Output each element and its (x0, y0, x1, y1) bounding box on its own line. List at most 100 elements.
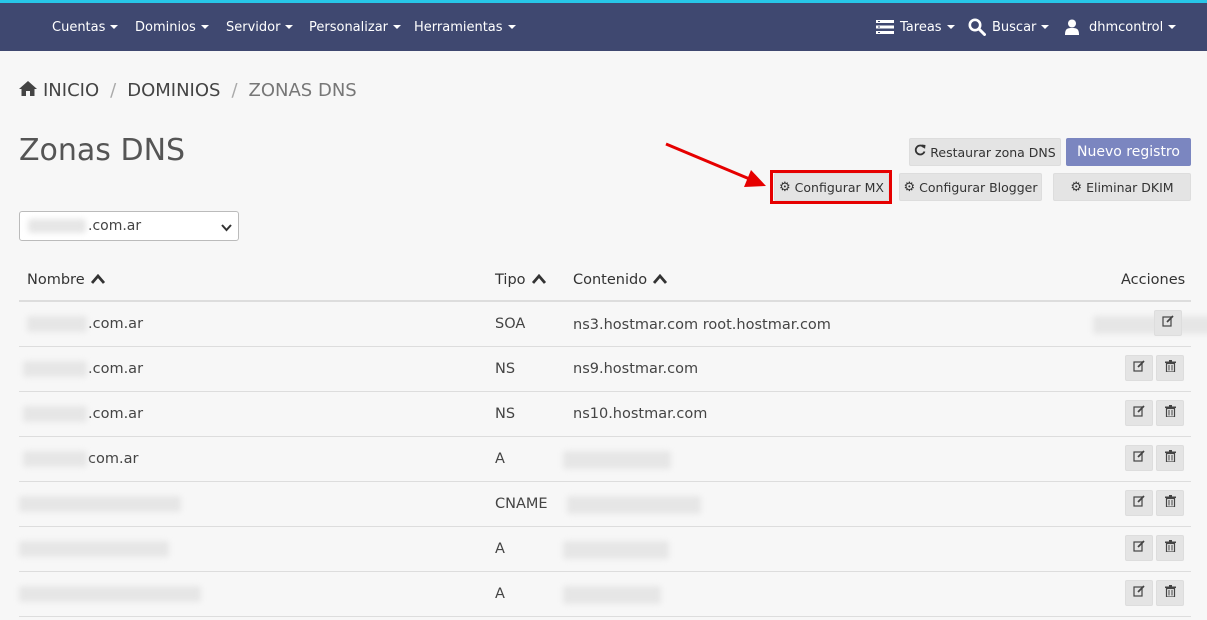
nav-servidor-label: Servidor (226, 19, 281, 35)
edit-record-button[interactable] (1125, 490, 1153, 516)
delete-record-button[interactable] (1156, 355, 1184, 381)
redacted-text (19, 541, 169, 557)
column-actions-label: Acciones (1121, 272, 1186, 288)
record-name (19, 496, 182, 512)
record-type: A (495, 586, 505, 602)
column-name-header[interactable]: Nombre (27, 272, 105, 288)
delete-record-button[interactable] (1156, 535, 1184, 561)
breadcrumb-separator: / (110, 80, 117, 101)
record-content: ns9.hostmar.com (573, 361, 698, 377)
edit-record-button[interactable] (1154, 310, 1182, 336)
redacted-text (27, 316, 87, 332)
record-type-text: NS (495, 361, 516, 377)
delete-record-button[interactable] (1156, 580, 1184, 606)
edit-record-button[interactable] (1125, 580, 1153, 606)
column-actions-header: Acciones (1121, 272, 1185, 288)
breadcrumb-separator: / (231, 80, 238, 101)
record-content: ns3.hostmar.com root.hostmar.com (573, 316, 1207, 334)
new-record-label: Nuevo registro (1077, 144, 1180, 160)
nav-personalizar[interactable]: Personalizar (309, 3, 402, 51)
chevron-down-icon (221, 221, 232, 237)
breadcrumb-home[interactable]: INICIO (43, 80, 99, 101)
chevron-up-icon (90, 272, 105, 288)
edit-icon (1133, 405, 1145, 421)
record-type: NS (495, 361, 515, 377)
edit-record-button[interactable] (1125, 400, 1153, 426)
record-type: SOA (495, 316, 525, 332)
nav-dominios-label: Dominios (135, 19, 196, 35)
breadcrumb-current: ZONAS DNS (248, 80, 357, 101)
record-type-text: CNAME (495, 496, 548, 512)
dns-records-table: Nombre Tipo Contenido Acciones .com.ar SO… (19, 258, 1207, 617)
table-row: .com.ar SOA ns3.hostmar.com root.hostmar.c… (19, 302, 1207, 347)
column-content-header[interactable]: Contenido (573, 272, 668, 288)
record-content (563, 541, 669, 559)
nav-tareas[interactable]: Tareas (876, 3, 955, 51)
trash-icon (1164, 360, 1176, 376)
table-row: com.ar A (19, 437, 1191, 482)
caret-down-icon (285, 25, 294, 29)
edit-record-button[interactable] (1125, 535, 1153, 561)
new-record-button[interactable]: Nuevo registro (1066, 138, 1191, 166)
chevron-up-icon (531, 272, 546, 288)
record-name (19, 541, 170, 557)
nav-herramientas[interactable]: Herramientas (414, 3, 516, 51)
record-name: .com.ar (27, 316, 143, 332)
user-icon (1065, 19, 1079, 35)
trash-icon (1164, 495, 1176, 511)
delete-record-button[interactable] (1156, 445, 1184, 471)
trash-icon (1164, 585, 1176, 601)
nav-servidor[interactable]: Servidor (226, 3, 294, 51)
nav-dominios[interactable]: Dominios (135, 3, 209, 51)
record-name: .com.ar (23, 406, 143, 422)
nav-user-label: dhmcontrol (1089, 19, 1164, 35)
edit-record-button[interactable] (1125, 445, 1153, 471)
nav-buscar[interactable]: Buscar (968, 3, 1050, 51)
delete-record-button[interactable] (1156, 490, 1184, 516)
redacted-text (563, 586, 661, 604)
column-type-header[interactable]: Tipo (495, 272, 546, 288)
record-name-text: .com.ar (88, 316, 144, 332)
restore-dns-zone-button[interactable]: Restaurar zona DNS (909, 138, 1061, 166)
nav-cuentas[interactable]: Cuentas (52, 3, 119, 51)
tasks-icon (876, 20, 894, 34)
edit-record-button[interactable] (1125, 355, 1153, 381)
redacted-text (19, 586, 201, 602)
caret-down-icon (507, 25, 516, 29)
record-content-text: ns9.hostmar.com (573, 361, 699, 377)
edit-icon (1133, 360, 1145, 376)
breadcrumb-dominios[interactable]: DOMINIOS (127, 80, 220, 101)
record-type: A (495, 451, 505, 467)
chevron-up-icon (653, 272, 668, 288)
highlight-box (770, 170, 892, 204)
record-type: A (495, 541, 505, 557)
redacted-text (23, 451, 87, 467)
table-row: A (19, 572, 1191, 617)
breadcrumb: INICIO / DOMINIOS / ZONAS DNS (19, 80, 357, 101)
caret-down-icon (1041, 25, 1050, 29)
redacted-text (567, 496, 701, 514)
nav-user-menu[interactable]: dhmcontrol (1065, 3, 1177, 51)
delete-dkim-button[interactable]: ⚙ Eliminar DKIM (1053, 173, 1191, 201)
configure-blogger-button[interactable]: ⚙ Configurar Blogger (899, 173, 1042, 201)
redacted-text (19, 496, 181, 512)
column-type-label: Tipo (495, 272, 526, 288)
record-type: CNAME (495, 496, 548, 512)
gear-icon: ⚙ (903, 179, 916, 195)
domain-select-value: .com.ar (88, 218, 142, 234)
redacted-text (1092, 316, 1207, 334)
redacted-text (23, 361, 87, 377)
refresh-icon (914, 144, 926, 160)
record-type-text: A (495, 586, 505, 602)
record-content (563, 586, 661, 604)
table-body: .com.ar SOA ns3.hostmar.com root.hostmar.c… (19, 302, 1207, 617)
record-type-text: A (495, 451, 505, 467)
record-name: .com.ar (23, 361, 143, 377)
delete-record-button[interactable] (1156, 400, 1184, 426)
edit-icon (1133, 585, 1145, 601)
table-header: Nombre Tipo Contenido Acciones (19, 258, 1191, 302)
caret-down-icon (946, 25, 955, 29)
domain-select[interactable]: .com.ar (19, 211, 239, 241)
record-name-text: com.ar (88, 451, 139, 467)
red-arrow-annotation (665, 142, 766, 187)
